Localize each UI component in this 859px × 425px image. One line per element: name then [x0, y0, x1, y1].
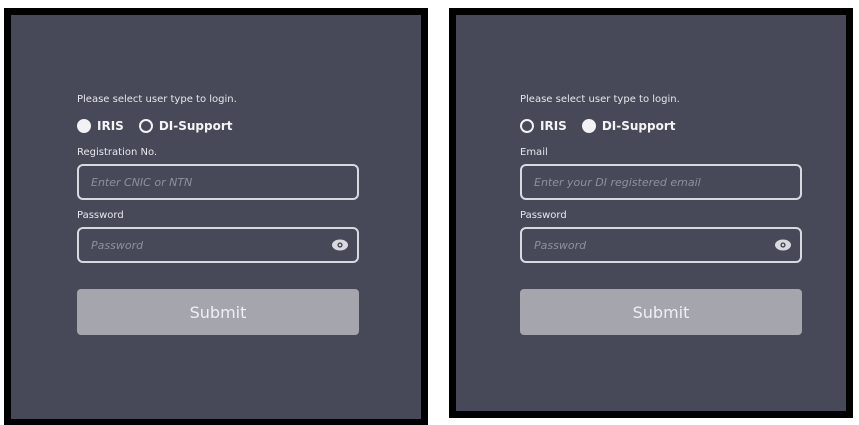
user-type-prompt: Please select user type to login. — [77, 94, 237, 105]
radio-option-iris[interactable]: IRIS — [520, 119, 567, 133]
user-type-radio-group: IRIS DI-Support — [77, 115, 367, 137]
email-input[interactable] — [522, 166, 800, 198]
user-type-radio-group: IRIS DI-Support — [520, 115, 810, 137]
password-label: Password — [520, 210, 567, 221]
radio-option-di-support[interactable]: DI-Support — [581, 119, 676, 133]
radio-option-di-support[interactable]: DI-Support — [138, 119, 233, 133]
login-form: Please select user type to login. IRIS D… — [520, 93, 810, 335]
radio-filled-icon[interactable] — [77, 119, 91, 133]
password-label: Password — [77, 210, 124, 221]
login-form: Please select user type to login. IRIS D… — [77, 93, 367, 335]
radio-empty-icon[interactable] — [520, 119, 534, 133]
radio-option-iris[interactable]: IRIS — [77, 119, 124, 133]
registration-no-field — [77, 164, 359, 200]
password-field — [77, 227, 359, 263]
password-field — [520, 227, 802, 263]
registration-no-label: Registration No. — [77, 147, 158, 158]
radio-empty-icon[interactable] — [138, 119, 153, 133]
iris-login-panel: Please select user type to login. IRIS D… — [4, 8, 428, 425]
password-input[interactable] — [522, 229, 800, 261]
eye-icon[interactable] — [774, 237, 792, 253]
radio-filled-icon[interactable] — [581, 119, 596, 133]
radio-label-di-support: DI-Support — [158, 119, 233, 133]
radio-label-iris: IRIS — [540, 119, 567, 133]
password-input[interactable] — [79, 229, 357, 261]
email-label: Email — [520, 147, 548, 158]
screenshot-stage: Please select user type to login. IRIS D… — [0, 0, 859, 425]
submit-button[interactable]: Submit — [77, 289, 359, 335]
radio-label-di-support: DI-Support — [601, 119, 676, 133]
email-field — [520, 164, 802, 200]
submit-button[interactable]: Submit — [520, 289, 802, 335]
radio-label-iris: IRIS — [97, 119, 124, 133]
di-support-login-panel: Please select user type to login. IRIS D… — [449, 8, 853, 418]
registration-no-input[interactable] — [79, 166, 357, 198]
user-type-prompt: Please select user type to login. — [520, 94, 680, 105]
eye-icon[interactable] — [331, 237, 349, 253]
